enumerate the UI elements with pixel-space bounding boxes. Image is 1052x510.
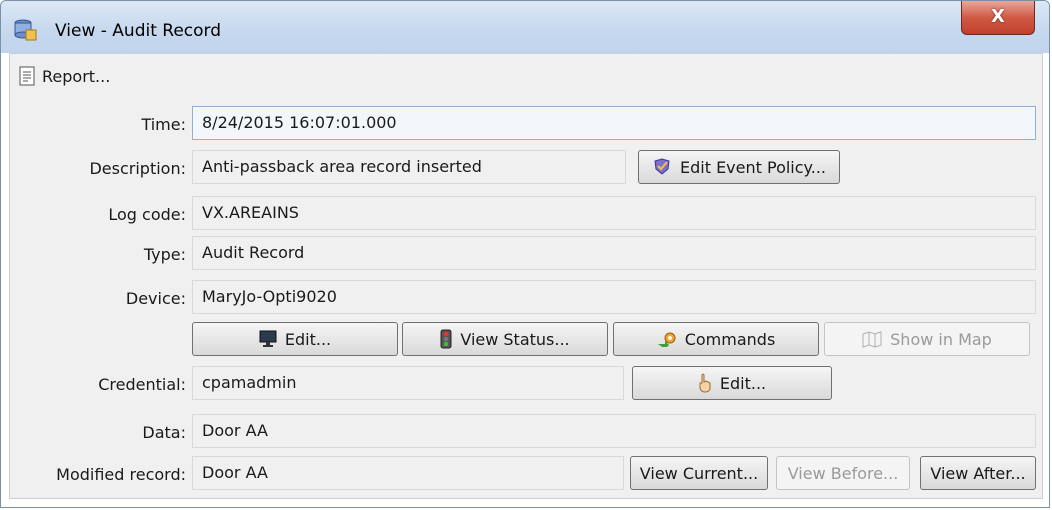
traffic-light-icon [440, 329, 452, 349]
edit-event-policy-button[interactable]: Edit Event Policy... [638, 150, 840, 184]
log-code-label: Log code: [108, 205, 186, 224]
data-field[interactable]: Door AA [192, 414, 1036, 448]
view-before-button[interactable]: View Before... [776, 456, 910, 490]
view-after-button[interactable]: View After... [920, 456, 1036, 490]
modified-record-label: Modified record: [56, 465, 186, 484]
credential-edit-label: Edit... [719, 373, 767, 393]
monitor-icon [259, 330, 277, 347]
credential-label: Credential: [98, 375, 186, 394]
type-field[interactable]: Audit Record [192, 236, 1036, 270]
credential-edit-button[interactable]: Edit... [632, 366, 832, 400]
show-in-map-button[interactable]: Show in Map [824, 322, 1030, 356]
audit-record-window: View - Audit Record X Report... Time: 8/… [0, 0, 1050, 508]
device-field[interactable]: MaryJo-Opti9020 [192, 280, 1036, 314]
view-current-button[interactable]: View Current... [630, 456, 768, 490]
commands-label: Commands [684, 329, 776, 349]
hand-icon [699, 373, 711, 393]
device-edit-button[interactable]: Edit... [192, 322, 398, 356]
report-menu-item[interactable]: Report... [18, 64, 110, 88]
map-icon [862, 331, 882, 348]
window-title: View - Audit Record [55, 21, 222, 41]
device-edit-label: Edit... [284, 329, 332, 349]
view-after-label: View After... [930, 463, 1026, 483]
type-label: Type: [143, 245, 186, 264]
view-status-label: View Status... [460, 329, 570, 349]
shield-check-icon [654, 158, 670, 175]
title-bar[interactable]: View - Audit Record X [1, 1, 1049, 53]
time-label: Time: [141, 115, 186, 134]
data-label: Data: [142, 423, 186, 442]
close-button[interactable]: X [961, 1, 1035, 35]
gear-arrow-icon [657, 332, 676, 347]
log-code-field[interactable]: VX.AREAINS [192, 196, 1036, 230]
device-label: Device: [125, 289, 186, 308]
show-in-map-label: Show in Map [890, 329, 992, 349]
modified-record-field[interactable]: Door AA [192, 456, 624, 490]
record-panel: Report... Time: 8/24/2015 16:07:01.000 D… [9, 53, 1043, 499]
description-label: Description: [89, 159, 186, 178]
view-current-label: View Current... [639, 463, 759, 483]
view-status-button[interactable]: View Status... [402, 322, 608, 356]
report-label: Report... [42, 66, 111, 86]
commands-button[interactable]: Commands [613, 322, 819, 356]
credential-field[interactable]: cpamadmin [192, 366, 624, 400]
database-icon [13, 19, 37, 41]
time-field[interactable]: 8/24/2015 16:07:01.000 [192, 106, 1036, 140]
description-field[interactable]: Anti-passback area record inserted [192, 150, 626, 184]
view-before-label: View Before... [787, 463, 899, 483]
edit-event-policy-label: Edit Event Policy... [680, 157, 826, 177]
report-document-icon [18, 66, 36, 86]
